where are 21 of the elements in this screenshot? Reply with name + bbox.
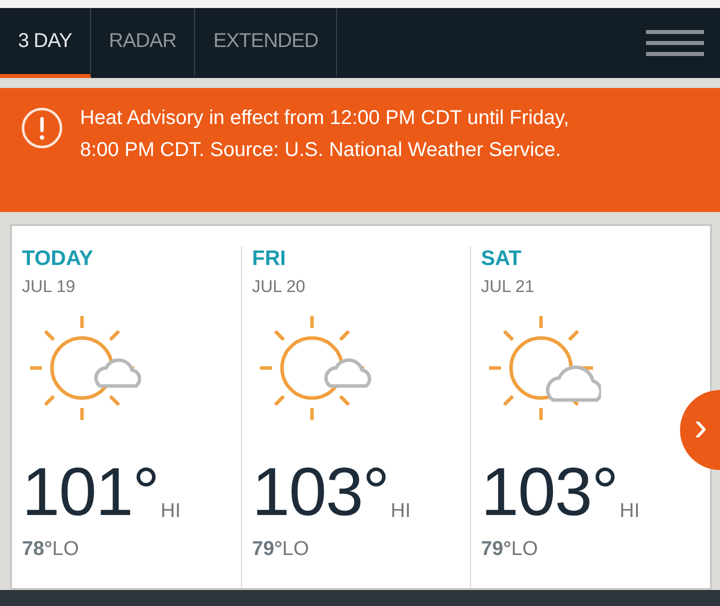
high-temperature: 101°	[22, 458, 159, 526]
low-temperature: 79°LO	[481, 537, 539, 562]
high-label: HI	[390, 499, 411, 524]
tab[interactable]: EXTENDED	[195, 8, 338, 78]
tab[interactable]: RADAR	[90, 8, 196, 78]
high-temperature: 103°	[252, 458, 389, 526]
date-label: JUL 19	[22, 276, 76, 298]
low-temperature: 79°LO	[252, 537, 310, 562]
date-label: JUL 21	[481, 276, 536, 298]
tab[interactable]: 3 DAY	[0, 8, 91, 78]
menu-icon[interactable]	[646, 28, 704, 58]
high-label: HI	[620, 499, 640, 524]
warning-icon	[20, 106, 64, 150]
date-label: JUL 20	[252, 276, 306, 298]
day-label: TODAY	[22, 246, 94, 272]
low-temperature: 78°LO	[22, 537, 80, 562]
high-temperature: 103°	[481, 458, 618, 526]
day-label: SAT	[481, 246, 522, 272]
high-label: HI	[160, 499, 181, 524]
day-label: FRI	[252, 246, 287, 272]
alert-text: Heat Advisory in effect from 12:00 PM CDT until Friday, 8:00 PM CDT. Source: U.S. National Weather Service.	[80, 106, 570, 163]
